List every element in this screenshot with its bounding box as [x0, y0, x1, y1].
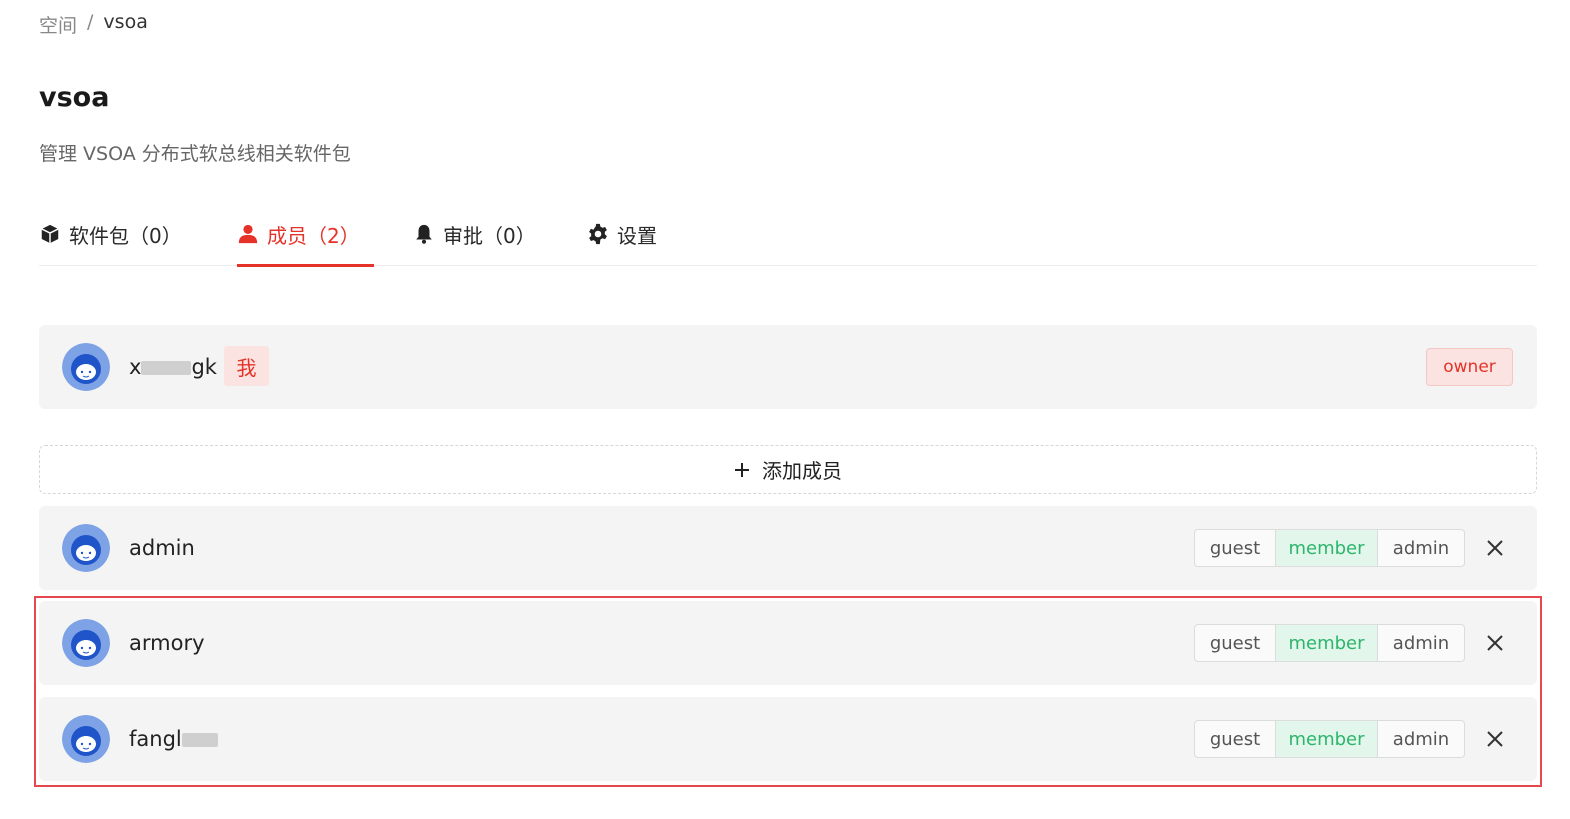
member-row: armory guest member admin [39, 601, 1537, 685]
cube-icon [41, 224, 59, 244]
close-icon [1487, 540, 1503, 556]
member-name: x gk [129, 355, 217, 379]
role-member-option[interactable]: member [1275, 625, 1378, 661]
tab-members[interactable]: 成员（2） [237, 202, 374, 267]
role-guest-option[interactable]: guest [1195, 721, 1275, 757]
owner-member-row: x gk 我 owner [39, 325, 1537, 409]
role-admin-option[interactable]: admin [1378, 530, 1464, 566]
member-name: admin [129, 536, 195, 560]
tab-bar: 软件包（0） 成员（2） 审批（0） 设置 [39, 202, 1537, 267]
breadcrumb-separator: / [87, 11, 94, 33]
role-admin-option[interactable]: admin [1378, 625, 1464, 661]
breadcrumb: 空间 / vsoa [39, 11, 148, 38]
tab-packages[interactable]: 软件包（0） [39, 202, 182, 266]
avatar [62, 619, 110, 667]
page-title: vsoa [39, 82, 110, 113]
member-name: fangl [129, 727, 218, 751]
remove-member-button[interactable] [1483, 536, 1507, 560]
role-selector: guest member admin [1194, 529, 1465, 567]
role-guest-option[interactable]: guest [1195, 530, 1275, 566]
avatar [62, 715, 110, 763]
role-admin-option[interactable]: admin [1378, 721, 1464, 757]
tab-approvals-label: 审批（0） [443, 223, 536, 248]
tab-settings[interactable]: 设置 [587, 202, 657, 266]
remove-member-button[interactable] [1483, 727, 1507, 751]
redacted-text [141, 361, 192, 375]
owner-badge: owner [1426, 348, 1513, 386]
tab-packages-label: 软件包（0） [69, 223, 182, 248]
tab-settings-label: 设置 [617, 223, 657, 248]
gear-icon [589, 223, 607, 245]
avatar [62, 343, 110, 391]
member-name: armory [129, 631, 205, 655]
role-guest-option[interactable]: guest [1195, 625, 1275, 661]
add-member-button[interactable]: 添加成员 [39, 445, 1537, 494]
add-member-label: 添加成员 [762, 459, 842, 483]
tab-approvals[interactable]: 审批（0） [413, 202, 536, 266]
plus-icon [735, 462, 749, 477]
redacted-text [181, 733, 218, 747]
user-icon [238, 224, 258, 244]
role-selector: guest member admin [1194, 624, 1465, 662]
me-badge: 我 [224, 346, 269, 386]
role-selector: guest member admin [1194, 720, 1465, 758]
close-icon [1487, 635, 1503, 651]
close-icon [1487, 731, 1503, 747]
breadcrumb-current: vsoa [103, 11, 148, 33]
remove-member-button[interactable] [1483, 631, 1507, 655]
page-description: 管理 VSOA 分布式软总线相关软件包 [39, 143, 351, 165]
avatar [62, 524, 110, 572]
member-row: admin guest member admin [39, 506, 1537, 590]
tab-members-label: 成员（2） [267, 223, 360, 248]
member-row: fangl guest member admin [39, 697, 1537, 781]
bell-icon [416, 224, 432, 244]
breadcrumb-root[interactable]: 空间 [39, 11, 77, 38]
role-member-option[interactable]: member [1275, 530, 1378, 566]
role-member-option[interactable]: member [1275, 721, 1378, 757]
